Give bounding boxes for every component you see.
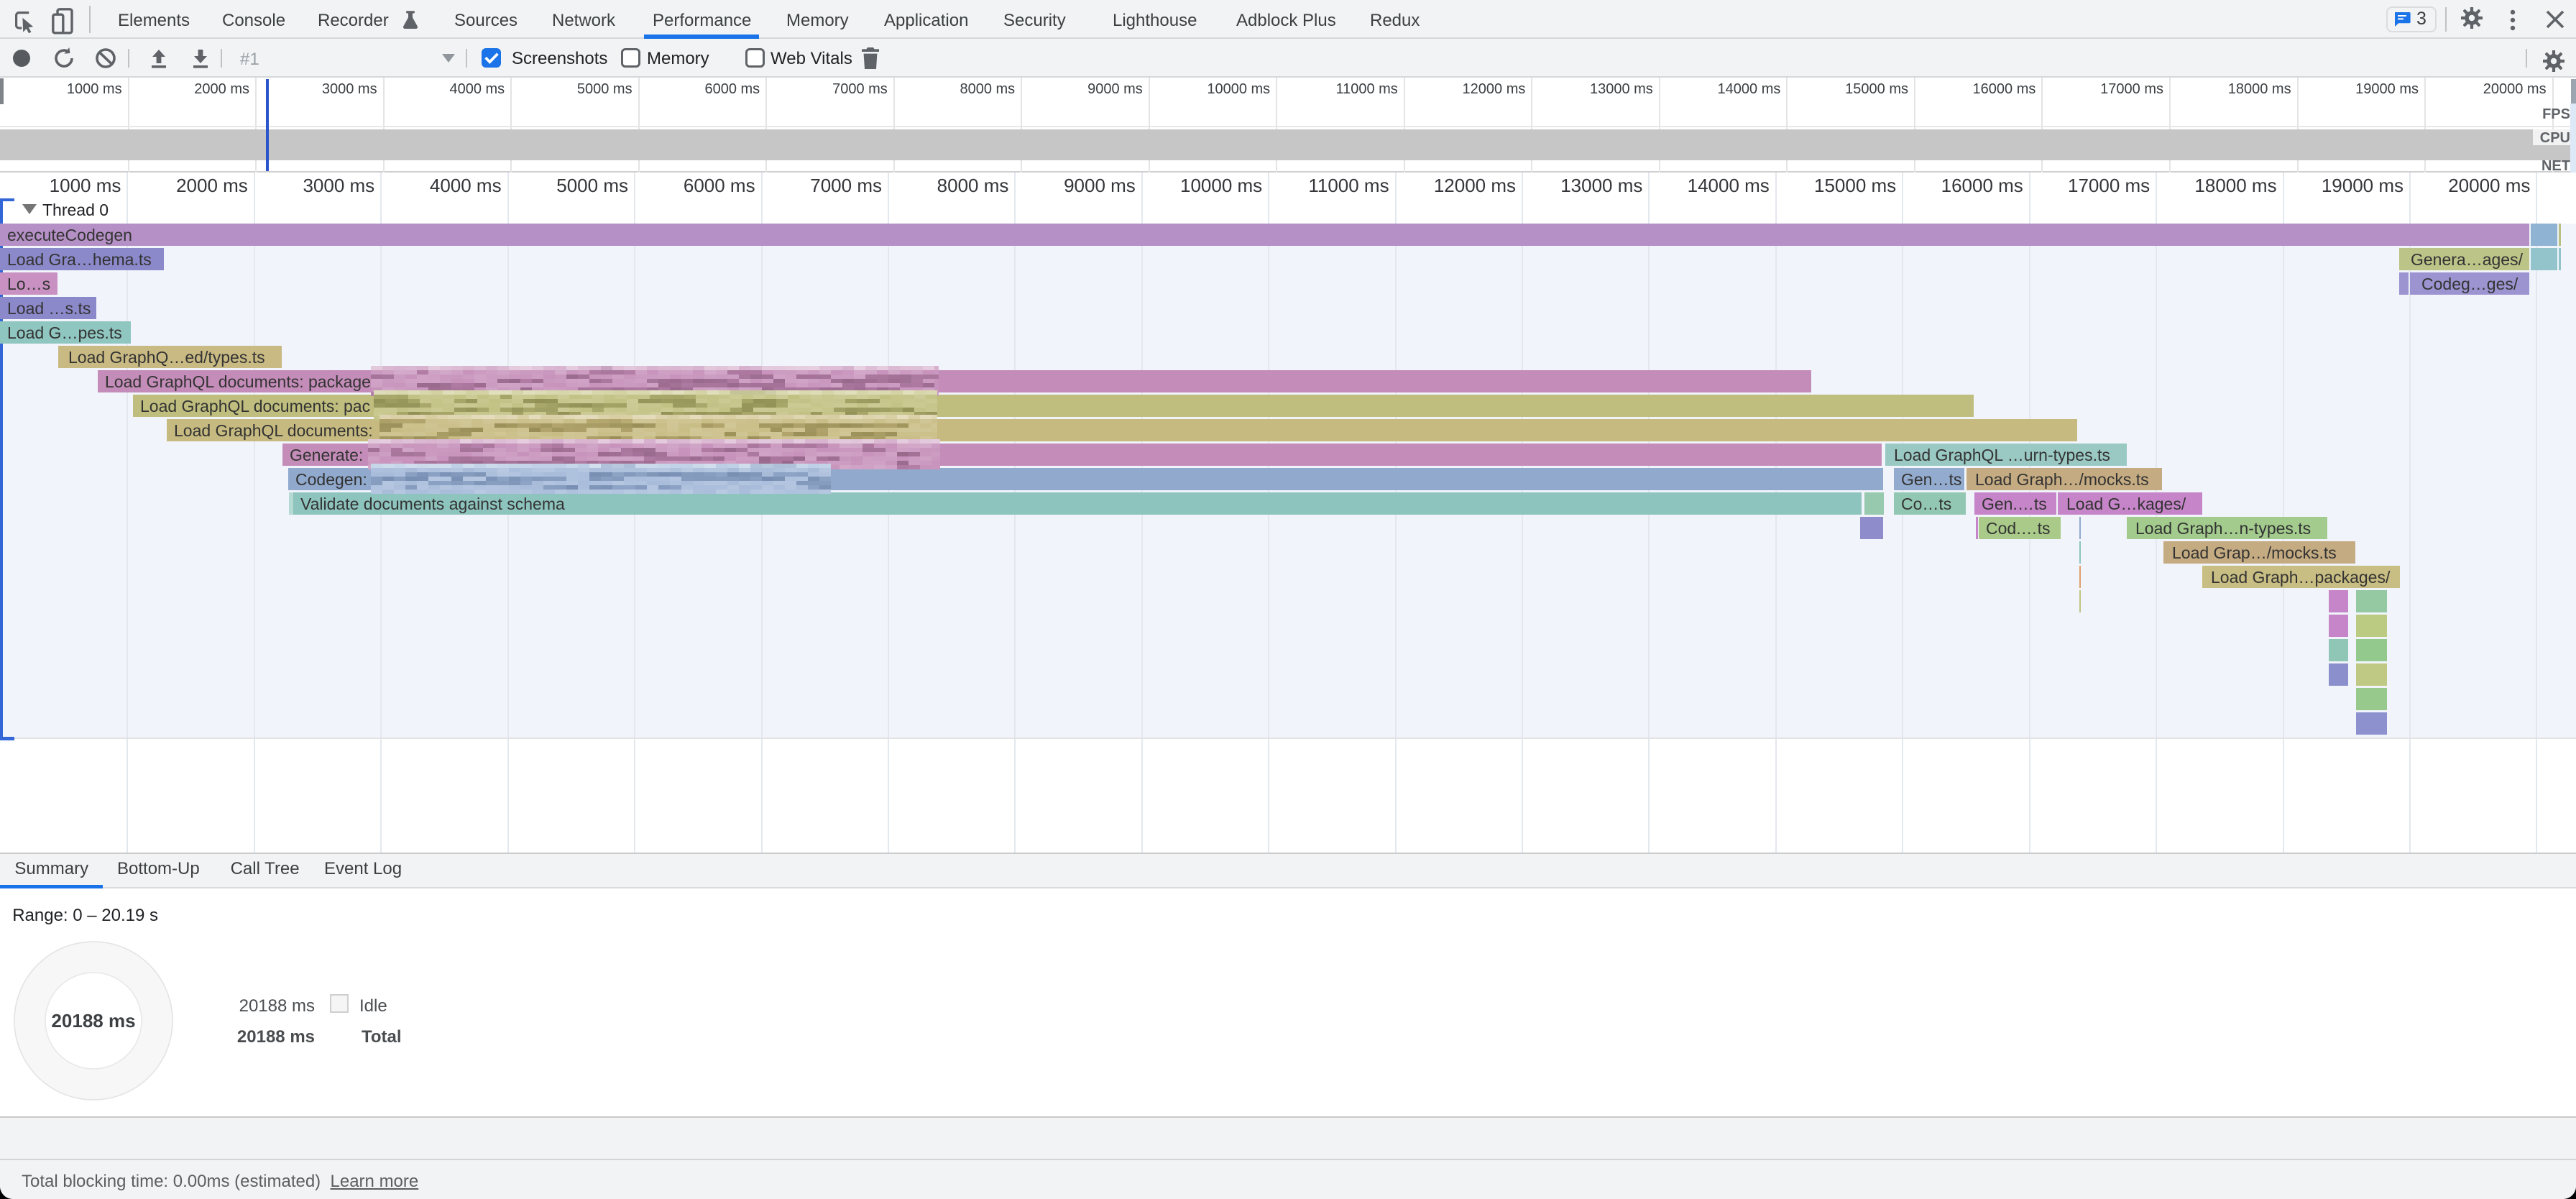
svg-text:20188 ms: 20188 ms (51, 1010, 135, 1032)
